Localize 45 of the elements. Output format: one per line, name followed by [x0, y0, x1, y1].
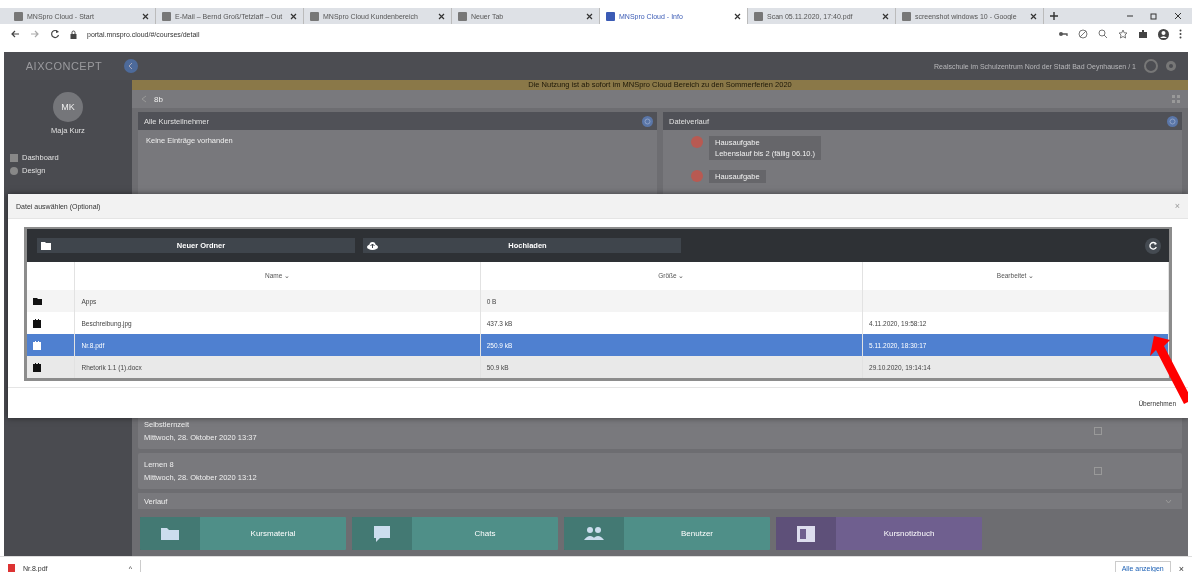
logo: AIXCONCEPT [24, 60, 104, 72]
close-button[interactable]: × [1178, 563, 1184, 572]
tile-button[interactable]: Kursnotizbuch [776, 517, 982, 550]
page-icon [14, 11, 23, 21]
zoom-icon[interactable] [1098, 29, 1108, 39]
back-icon[interactable] [10, 29, 20, 39]
tile-button[interactable]: Benutzer [564, 517, 770, 550]
course-name: 8b [154, 94, 163, 104]
close-icon[interactable] [438, 12, 445, 20]
lock-icon [70, 29, 77, 39]
close-icon[interactable] [1030, 12, 1037, 20]
close-icon[interactable] [290, 12, 297, 20]
avatar[interactable]: MK [53, 92, 83, 122]
profile-icon[interactable] [1158, 28, 1169, 40]
tile-button[interactable]: Kursmaterial [140, 517, 346, 550]
folder-icon [33, 297, 42, 305]
refresh-icon[interactable] [1145, 237, 1161, 254]
tile-button[interactable]: Chats [352, 517, 558, 550]
page-icon [902, 11, 911, 21]
minimize-icon[interactable] [1126, 12, 1134, 20]
menu-icon[interactable] [1179, 29, 1182, 39]
page-icon [458, 11, 467, 21]
key-icon[interactable] [1058, 29, 1068, 39]
restore-icon[interactable] [1150, 12, 1158, 20]
close-icon[interactable] [1174, 12, 1182, 20]
chat-icon [371, 523, 393, 544]
cloud-icon [367, 241, 378, 250]
page-icon [310, 11, 319, 21]
file-icon [33, 340, 41, 350]
file-icon [33, 362, 41, 372]
block-icon[interactable] [1078, 29, 1088, 39]
close-icon[interactable] [142, 12, 149, 20]
page-icon [162, 11, 171, 21]
page-icon [606, 11, 615, 21]
star-icon[interactable] [1118, 29, 1128, 39]
notebook-icon [795, 523, 817, 544]
chevron-icon [1165, 498, 1172, 504]
close-icon[interactable] [882, 12, 889, 20]
folder-icon [41, 241, 51, 250]
pdf-icon [8, 564, 15, 572]
reload-icon[interactable] [50, 29, 60, 39]
close-icon[interactable] [586, 12, 593, 20]
file-icon [33, 318, 41, 328]
close-icon[interactable] [734, 12, 741, 20]
page-icon [754, 11, 763, 21]
